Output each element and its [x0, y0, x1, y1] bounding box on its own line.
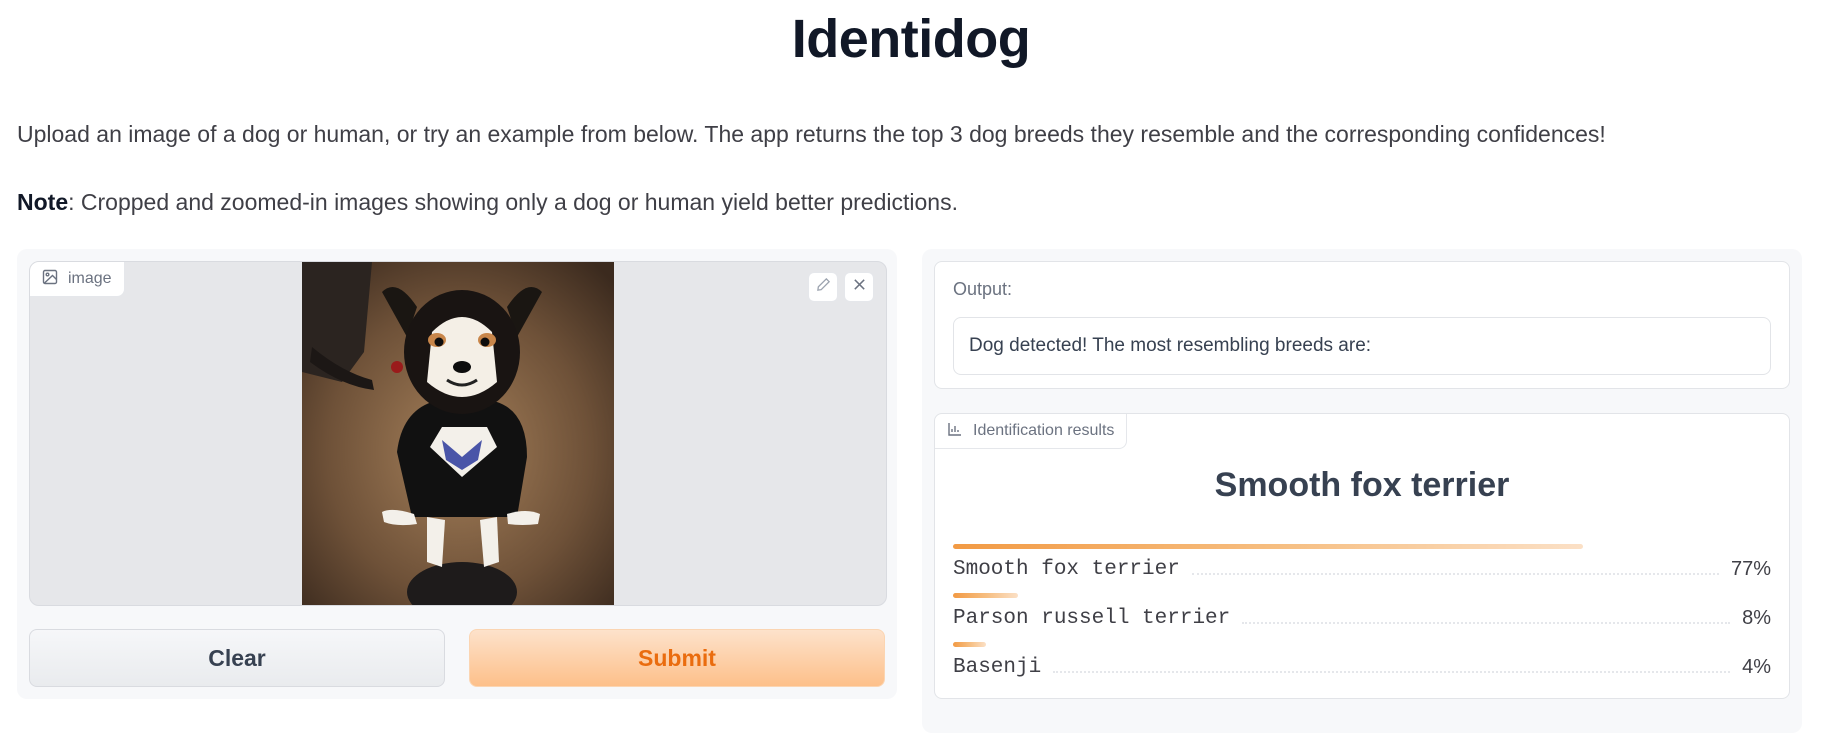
confidence-bar: [953, 593, 1019, 598]
breed-confidence: 77%: [1730, 558, 1771, 580]
output-panel: Output: Dog detected! The most resemblin…: [934, 261, 1790, 389]
breed-name: Parson russell terrier: [953, 607, 1231, 630]
input-column: image Clear Submit: [17, 249, 897, 699]
breed-name: Smooth fox terrier: [953, 558, 1180, 581]
confidence-bar: [953, 544, 1583, 549]
output-label: Output:: [953, 279, 1013, 299]
result-row: Parson russell terrier 8%: [953, 593, 1771, 630]
app-description: Upload an image of a dog or human, or tr…: [17, 121, 1606, 147]
breed-confidence: 8%: [1742, 607, 1771, 629]
clear-button[interactable]: Clear: [29, 629, 445, 687]
output-column: Output: Dog detected! The most resemblin…: [922, 249, 1802, 733]
note-bold: Note: [17, 189, 69, 215]
top-prediction: Smooth fox terrier: [1214, 466, 1510, 504]
app-note: Note: Cropped and zoomed-in images showi…: [17, 189, 958, 216]
result-row: Basenji 4%: [953, 642, 1771, 679]
note-text: : Cropped and zoomed-in images showing o…: [68, 189, 958, 215]
image-label-tab: image: [30, 262, 125, 297]
confidence-bar: [953, 642, 986, 647]
close-icon: [852, 277, 867, 297]
output-textbox[interactable]: Dog detected! The most resembling breeds…: [953, 317, 1771, 375]
pencil-icon: [816, 277, 831, 297]
results-label-text: Identification results: [973, 422, 1115, 439]
edit-image-button[interactable]: [808, 272, 838, 302]
breed-name: Basenji: [953, 656, 1042, 679]
app-title: Identidog: [791, 9, 1031, 69]
image-label-text: image: [68, 270, 112, 287]
image-icon: [42, 269, 58, 290]
remove-image-button[interactable]: [844, 272, 874, 302]
image-upload-panel[interactable]: image: [29, 261, 887, 606]
result-row: Smooth fox terrier 77%: [953, 544, 1771, 581]
submit-button[interactable]: Submit: [469, 629, 885, 687]
bar-chart-icon: [947, 421, 963, 442]
dog-photo: [302, 262, 614, 605]
breed-confidence: 4%: [1742, 656, 1771, 678]
results-panel: Identification results Smooth fox terrie…: [934, 413, 1790, 699]
results-label-tab: Identification results: [935, 414, 1128, 449]
